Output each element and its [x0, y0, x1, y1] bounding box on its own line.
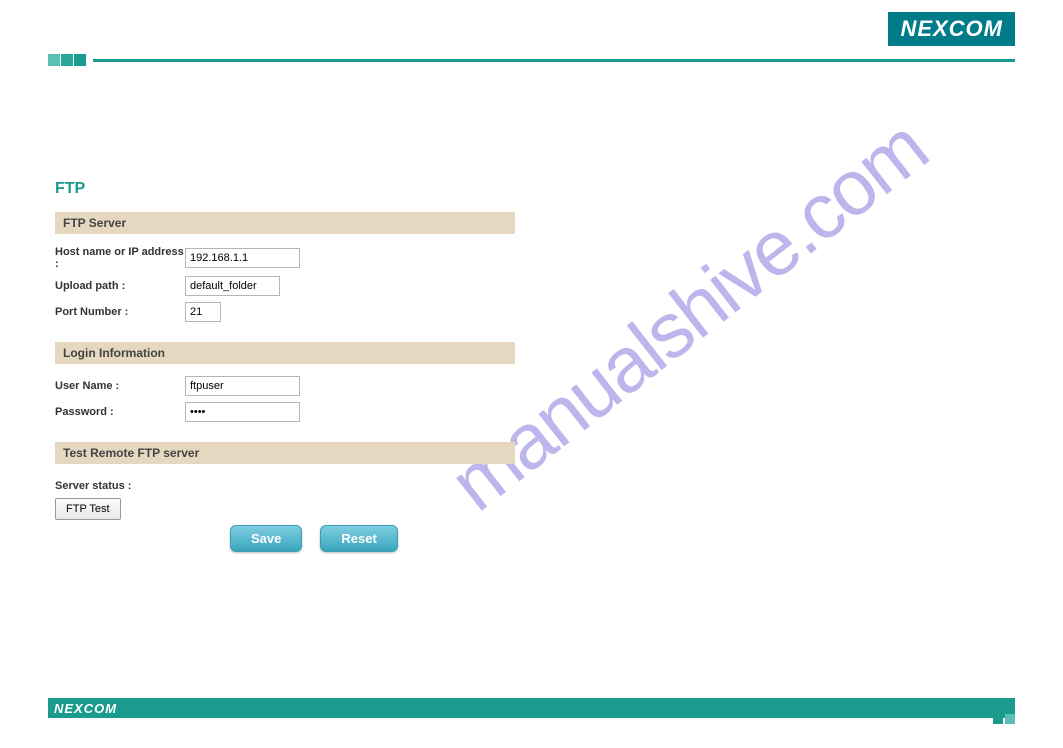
ftp-test-button[interactable]: FTP Test: [55, 498, 121, 520]
label-username: User Name :: [55, 380, 185, 392]
label-password: Password :: [55, 406, 185, 418]
action-button-row: Save Reset: [230, 525, 398, 552]
row-username: User Name :: [55, 376, 515, 396]
label-upload-path: Upload path :: [55, 280, 185, 292]
input-password[interactable]: [185, 402, 300, 422]
header-accent-squares: [48, 54, 87, 69]
input-upload-path[interactable]: [185, 276, 280, 296]
input-host[interactable]: [185, 248, 300, 268]
save-button[interactable]: Save: [230, 525, 302, 552]
section-heading-login: Login Information: [55, 342, 515, 364]
row-upload-path: Upload path :: [55, 276, 515, 296]
label-server-status: Server status :: [55, 480, 515, 492]
brand-logo-footer: NEXCOM: [54, 701, 117, 716]
input-port[interactable]: [185, 302, 221, 322]
row-port: Port Number :: [55, 302, 515, 322]
ftp-settings-panel: FTP FTP Server Host name or IP address :…: [55, 180, 515, 520]
header-line: [93, 59, 1015, 62]
section-heading-ftp-server: FTP Server: [55, 212, 515, 234]
header-divider: [48, 54, 1015, 62]
page-title: FTP: [55, 180, 515, 198]
row-password: Password :: [55, 402, 515, 422]
label-host: Host name or IP address :: [55, 246, 185, 270]
row-host: Host name or IP address :: [55, 246, 515, 270]
section-heading-test: Test Remote FTP server: [55, 442, 515, 464]
brand-logo-text: NEXCOM: [900, 16, 1003, 41]
label-port: Port Number :: [55, 306, 185, 318]
reset-button[interactable]: Reset: [320, 525, 397, 552]
brand-logo-top: NEXCOM: [888, 12, 1015, 46]
input-username[interactable]: [185, 376, 300, 396]
footer-bar: NEXCOM: [48, 698, 1015, 718]
